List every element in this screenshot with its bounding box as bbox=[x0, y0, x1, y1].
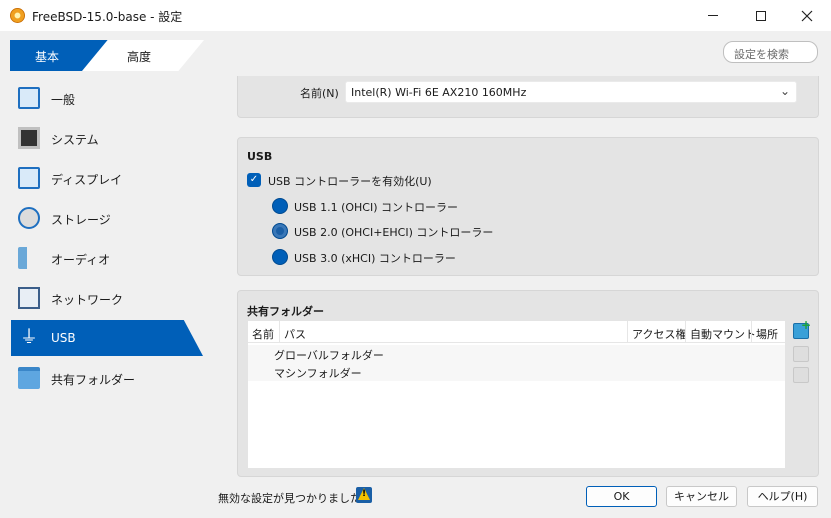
sidebar-item-label: オーディオ bbox=[51, 253, 111, 267]
sidebar-item-label: システム bbox=[51, 133, 99, 147]
sidebar-item-network[interactable]: ネットワーク bbox=[11, 280, 203, 316]
col-access[interactable]: アクセス権 bbox=[632, 326, 686, 342]
minimize-icon bbox=[708, 15, 718, 16]
shared-section-title: 共有フォルダー bbox=[247, 305, 324, 318]
sidebar-item-usb[interactable]: ⏚ USB bbox=[11, 320, 203, 356]
warning-icon[interactable] bbox=[356, 487, 372, 503]
title-bar: FreeBSD-15.0-base - 設定 bbox=[0, 0, 831, 31]
col-location[interactable]: 場所 bbox=[756, 326, 778, 342]
table-row[interactable]: グローバルフォルダー bbox=[248, 345, 785, 363]
search-input[interactable]: 設定を検索 bbox=[723, 41, 818, 63]
sidebar-item-display[interactable]: ディスプレイ bbox=[11, 160, 203, 196]
sidebar-item-label: 共有フォルダー bbox=[51, 373, 136, 387]
sidebar-item-label: 一般 bbox=[51, 93, 76, 107]
remove-folder-icon[interactable] bbox=[793, 367, 809, 383]
shared-folders-table[interactable]: 名前 パス アクセス権 自動マウント 場所 グローバルフォルダー マシンフォルダ… bbox=[248, 321, 785, 468]
col-automount[interactable]: 自動マウント bbox=[690, 326, 756, 342]
sidebar-item-label: USB bbox=[51, 331, 76, 345]
close-icon bbox=[801, 10, 813, 21]
sidebar-item-shared-folders[interactable]: 共有フォルダー bbox=[11, 360, 203, 396]
sidebar-item-audio[interactable]: オーディオ bbox=[11, 240, 203, 276]
usb30-radio[interactable] bbox=[272, 249, 288, 265]
sidebar-item-label: ディスプレイ bbox=[51, 173, 123, 187]
display-icon bbox=[18, 167, 40, 189]
app-icon bbox=[10, 8, 25, 23]
warning-text: 無効な設定が見つかりました bbox=[218, 492, 361, 505]
folder-icon bbox=[18, 367, 40, 389]
usb11-radio[interactable] bbox=[272, 198, 288, 214]
sidebar-item-storage[interactable]: ストレージ bbox=[11, 200, 203, 236]
mode-tabs: 基本 高度 bbox=[10, 40, 204, 72]
network-icon bbox=[18, 287, 40, 309]
speaker-icon bbox=[18, 247, 40, 269]
chip-icon bbox=[18, 127, 40, 149]
table-row[interactable]: マシンフォルダー bbox=[248, 363, 785, 381]
close-button[interactable] bbox=[784, 0, 830, 31]
usb-panel: USB ✓ USB コントローラーを有効化(U) USB 1.1 (OHCI) … bbox=[237, 137, 819, 276]
table-header: 名前 パス アクセス権 自動マウント 場所 bbox=[248, 321, 785, 343]
sidebar-item-general[interactable]: 一般 bbox=[11, 80, 203, 116]
add-folder-icon[interactable] bbox=[793, 318, 811, 339]
search-placeholder: 設定を検索 bbox=[734, 48, 789, 61]
maximize-button[interactable] bbox=[738, 0, 784, 31]
shared-folders-panel: 共有フォルダー 名前 パス アクセス権 自動マウント 場所 グローバルフォルダー… bbox=[237, 290, 819, 477]
column-divider bbox=[751, 321, 752, 343]
help-button[interactable]: ヘルプ(H) bbox=[747, 486, 818, 507]
edit-folder-icon[interactable] bbox=[793, 346, 809, 362]
column-divider bbox=[279, 321, 280, 343]
usb11-label[interactable]: USB 1.1 (OHCI) コントローラー bbox=[294, 199, 458, 215]
col-name[interactable]: 名前 bbox=[252, 326, 274, 342]
chevron-down-icon: ⌄ bbox=[779, 84, 790, 98]
name-label: 名前(N) bbox=[300, 87, 339, 100]
usb-icon: ⏚ bbox=[20, 327, 38, 348]
column-divider bbox=[627, 321, 628, 343]
tab-advanced-label: 高度 bbox=[127, 50, 152, 64]
sidebar-item-label: ストレージ bbox=[51, 213, 111, 227]
ok-button[interactable]: OK bbox=[586, 486, 657, 507]
sidebar-item-label: ネットワーク bbox=[51, 293, 124, 307]
row-label: マシンフォルダー bbox=[274, 367, 362, 380]
row-label: グローバルフォルダー bbox=[274, 349, 384, 362]
name-select[interactable]: Intel(R) Wi-Fi 6E AX210 160MHz ⌄ bbox=[345, 81, 797, 103]
sidebar-item-system[interactable]: システム bbox=[11, 120, 203, 156]
usb-enable-checkbox[interactable]: ✓ bbox=[247, 173, 261, 187]
usb20-radio[interactable] bbox=[272, 223, 288, 239]
usb30-label[interactable]: USB 3.0 (xHCI) コントローラー bbox=[294, 250, 456, 266]
cancel-button[interactable]: キャンセル bbox=[666, 486, 737, 507]
maximize-icon bbox=[756, 10, 766, 21]
minimize-button[interactable] bbox=[690, 0, 736, 31]
col-path[interactable]: パス bbox=[284, 326, 306, 342]
monitor-icon bbox=[18, 87, 40, 109]
window-title: FreeBSD-15.0-base - 設定 bbox=[32, 10, 183, 24]
disk-icon bbox=[18, 207, 40, 229]
tab-basic-label: 基本 bbox=[35, 50, 60, 64]
usb-section-title: USB bbox=[247, 150, 273, 163]
name-select-value: Intel(R) Wi-Fi 6E AX210 160MHz bbox=[351, 86, 527, 99]
column-divider bbox=[685, 321, 686, 343]
usb20-label[interactable]: USB 2.0 (OHCI+EHCI) コントローラー bbox=[294, 224, 493, 240]
network-panel: 名前(N) Intel(R) Wi-Fi 6E AX210 160MHz ⌄ bbox=[237, 76, 819, 118]
usb-enable-label[interactable]: USB コントローラーを有効化(U) bbox=[268, 173, 432, 189]
